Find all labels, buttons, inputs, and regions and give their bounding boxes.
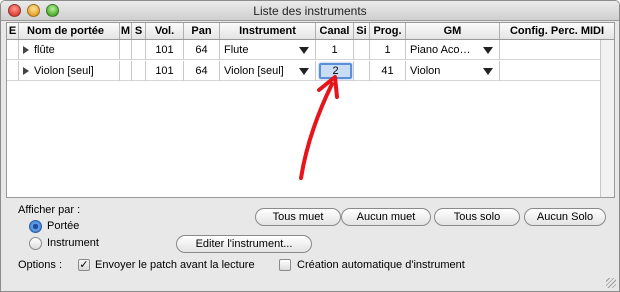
mute-cell[interactable]	[120, 61, 132, 81]
column-header-program[interactable]: Prog.	[370, 23, 406, 39]
instrument-value: Flute	[224, 44, 249, 56]
column-header-channel[interactable]: Canal	[316, 23, 354, 39]
column-header-mute[interactable]: M	[120, 23, 132, 39]
solo-all-button[interactable]: Tous solo	[434, 208, 520, 226]
instrument-value: Violon [seul]	[224, 65, 284, 77]
mute-all-button[interactable]: Tous muet	[255, 208, 341, 226]
perc-config-cell[interactable]	[500, 61, 601, 81]
staff-name: flûte	[34, 44, 55, 56]
disclosure-triangle-icon[interactable]	[23, 46, 29, 54]
auto-create-label[interactable]: Création automatique d'instrument	[297, 259, 465, 271]
gm-value: Violon	[410, 65, 441, 77]
red-arrow-annotation	[299, 75, 339, 180]
staff-name: Violon [seul]	[34, 65, 94, 77]
column-header-gm[interactable]: GM	[406, 23, 500, 39]
column-header-staff-name[interactable]: Nom de portée	[19, 23, 120, 39]
radio-staff[interactable]	[29, 220, 42, 233]
title-bar[interactable]: Liste des instruments	[1, 1, 619, 21]
solo-cell[interactable]	[132, 40, 146, 60]
column-header-volume[interactable]: Vol.	[146, 23, 184, 39]
program-cell[interactable]: 41	[370, 61, 406, 81]
display-by-label: Afficher par :	[18, 204, 81, 216]
no-mute-button[interactable]: Aucun muet	[341, 208, 431, 226]
arrow-shaft	[299, 82, 334, 180]
column-header-perc-config[interactable]: Config. Perc. MIDI	[500, 23, 614, 39]
pan-cell[interactable]: 64	[184, 40, 220, 60]
options-label: Options :	[18, 259, 63, 271]
si-cell[interactable]	[354, 61, 370, 81]
auto-create-checkbox[interactable]	[279, 259, 291, 271]
chevron-down-icon	[299, 47, 309, 54]
no-solo-button[interactable]: Aucun Solo	[524, 208, 606, 226]
radio-staff-label[interactable]: Portée	[47, 220, 79, 232]
send-patch-checkbox[interactable]: ✓	[78, 259, 90, 271]
volume-cell[interactable]: 101	[146, 61, 184, 81]
table-header: E Nom de portée M S Vol. Pan Instrument …	[7, 23, 614, 40]
pan-cell[interactable]: 64	[184, 61, 220, 81]
perc-config-cell[interactable]	[500, 40, 601, 60]
column-header-e[interactable]: E	[7, 23, 19, 39]
edit-instrument-button[interactable]: Editer l'instrument...	[176, 235, 312, 253]
gm-dropdown[interactable]: Violon	[406, 61, 500, 81]
radio-instrument-label[interactable]: Instrument	[47, 237, 99, 249]
gm-value: Piano Aco…	[410, 44, 471, 56]
program-cell[interactable]: 1	[370, 40, 406, 60]
instrument-dropdown[interactable]: Flute	[220, 40, 316, 60]
disclosure-triangle-icon[interactable]	[23, 67, 29, 75]
table-row[interactable]: flûte 101 64 Flute 1 1 Piano Aco…	[7, 40, 601, 60]
column-header-instrument[interactable]: Instrument	[220, 23, 316, 39]
resize-grip-icon[interactable]	[606, 278, 616, 288]
staff-name-cell[interactable]: Violon [seul]	[19, 61, 120, 81]
channel-cell[interactable]: 1	[316, 40, 354, 60]
send-patch-label[interactable]: Envoyer le patch avant la lecture	[95, 259, 255, 271]
instrument-list-window: Liste des instruments E Nom de portée M …	[0, 0, 620, 292]
column-header-pan[interactable]: Pan	[184, 23, 220, 39]
column-header-si[interactable]: Si	[354, 23, 370, 39]
edit-cell[interactable]	[7, 40, 19, 60]
volume-cell[interactable]: 101	[146, 40, 184, 60]
mute-cell[interactable]	[120, 40, 132, 60]
staff-name-cell[interactable]: flûte	[19, 40, 120, 60]
chevron-down-icon	[483, 47, 493, 54]
column-header-solo[interactable]: S	[132, 23, 146, 39]
bottom-panel: Afficher par : Portée Instrument Tous mu…	[6, 200, 615, 288]
solo-cell[interactable]	[132, 61, 146, 81]
si-cell[interactable]	[354, 40, 370, 60]
gm-dropdown[interactable]: Piano Aco…	[406, 40, 500, 60]
window-title: Liste des instruments	[253, 4, 367, 18]
chevron-down-icon	[483, 68, 493, 75]
vertical-scrollbar[interactable]	[600, 40, 614, 197]
radio-instrument[interactable]	[29, 237, 42, 250]
edit-cell[interactable]	[7, 61, 19, 81]
